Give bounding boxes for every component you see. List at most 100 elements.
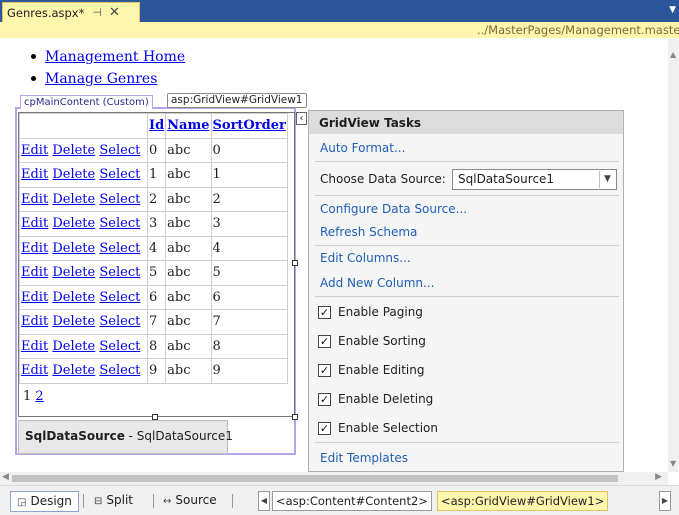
edit-row-link[interactable]: Edit <box>21 363 48 378</box>
breadcrumb-back-icon[interactable]: ◀ <box>258 491 270 511</box>
select-row-link[interactable]: Select <box>99 265 140 280</box>
configure-data-source-link[interactable]: Configure Data Source... <box>320 202 467 216</box>
enable-editing-checkbox[interactable]: ✓ <box>318 364 331 377</box>
pager-current-page: 1 <box>23 388 32 404</box>
source-view-button[interactable]: ↔ Source <box>157 491 223 512</box>
divider <box>83 494 84 508</box>
breadcrumb-gridview1[interactable]: <asp:GridView#GridView1> <box>437 491 609 511</box>
refresh-schema-link[interactable]: Refresh Schema <box>320 225 417 239</box>
sortorder-cell: 3 <box>210 211 288 237</box>
column-header-name[interactable]: Name <box>165 113 212 139</box>
select-row-link[interactable]: Select <box>99 314 140 329</box>
master-page-bar: ../MasterPages/Management.master <box>0 22 679 38</box>
data-source-select[interactable]: SqlDataSource1 ▼ <box>452 169 617 190</box>
split-view-button[interactable]: ⊟ Split <box>88 491 139 512</box>
content-placeholder-tag[interactable]: cpMainContent (Custom) <box>20 95 153 109</box>
auto-format-link[interactable]: Auto Format... <box>320 141 405 155</box>
row-actions-cell: Edit Delete Select <box>19 211 148 237</box>
delete-row-link[interactable]: Delete <box>52 363 95 378</box>
table-row: Edit Delete Select 0 abc 0 <box>19 137 288 163</box>
resize-handle[interactable] <box>292 414 298 420</box>
delete-row-link[interactable]: Delete <box>52 143 95 158</box>
delete-row-link[interactable]: Delete <box>52 339 95 354</box>
enable-paging-label: Enable Paging <box>338 305 423 319</box>
delete-row-link[interactable]: Delete <box>52 192 95 207</box>
select-row-link[interactable]: Select <box>99 241 140 256</box>
divider <box>315 195 619 196</box>
master-page-path[interactable]: ../MasterPages/Management.master <box>477 22 679 38</box>
delete-row-link[interactable]: Delete <box>52 167 95 182</box>
sqldatasource-control[interactable]: SqlDataSource - SqlDataSource1 <box>18 420 233 454</box>
breadcrumb-forward-icon[interactable]: ▶ <box>659 491 671 511</box>
table-row: Edit Delete Select 6 abc 6 <box>19 284 288 310</box>
name-cell: abc <box>165 260 212 286</box>
name-cell: abc <box>165 358 212 384</box>
split-view-icon: ⊟ <box>94 496 103 507</box>
edit-row-link[interactable]: Edit <box>21 167 48 182</box>
tab-genres-aspx[interactable]: Genres.aspx* ⊣ ✕ <box>2 2 140 22</box>
design-view-button[interactable]: ◲ Design <box>10 491 79 512</box>
vertical-scrollbar[interactable]: ▲ ▼ <box>668 38 679 472</box>
edit-row-link[interactable]: Edit <box>21 192 48 207</box>
add-new-column-link[interactable]: Add New Column... <box>320 276 434 290</box>
scrollbar-thumb[interactable] <box>12 475 618 482</box>
enable-sorting-checkbox[interactable]: ✓ <box>318 335 331 348</box>
row-actions-cell: Edit Delete Select <box>19 333 148 359</box>
delete-row-link[interactable]: Delete <box>52 216 95 231</box>
edit-row-link[interactable]: Edit <box>21 265 48 280</box>
gridview-tag[interactable]: asp:GridView#GridView1 <box>167 93 307 108</box>
enable-selection-checkbox[interactable]: ✓ <box>318 422 331 435</box>
smart-tag-chevron-icon[interactable]: ‹ <box>296 112 307 125</box>
delete-row-link[interactable]: Delete <box>52 241 95 256</box>
source-view-icon: ↔ <box>163 496 172 507</box>
scroll-up-icon[interactable]: ▲ <box>670 50 676 59</box>
scroll-left-icon[interactable]: ◀ <box>2 472 9 482</box>
delete-row-link[interactable]: Delete <box>52 314 95 329</box>
delete-row-link[interactable]: Delete <box>52 265 95 280</box>
gridview-control[interactable]: Id Name SortOrder Edit Delete Select 0 abc… <box>18 112 295 417</box>
edit-row-link[interactable]: Edit <box>21 314 48 329</box>
divider <box>315 296 619 297</box>
edit-columns-link[interactable]: Edit Columns... <box>320 251 411 265</box>
scroll-down-icon[interactable]: ▼ <box>670 459 676 468</box>
id-cell: 1 <box>146 162 167 188</box>
table-row: Edit Delete Select 3 abc 3 <box>19 211 288 237</box>
manage-genres-link[interactable]: Manage Genres <box>45 71 157 87</box>
gridview-tasks-panel: GridView Tasks Auto Format... Choose Dat… <box>308 110 624 472</box>
edit-row-link[interactable]: Edit <box>21 143 48 158</box>
delete-row-link[interactable]: Delete <box>52 290 95 305</box>
edit-row-link[interactable]: Edit <box>21 216 48 231</box>
divider <box>315 161 619 162</box>
enable-paging-checkbox[interactable]: ✓ <box>318 306 331 319</box>
tab-dropdown-icon[interactable]: ▼ <box>669 5 676 15</box>
horizontal-scrollbar[interactable]: ◀ ▶ <box>0 472 668 485</box>
management-home-link[interactable]: Management Home <box>45 49 185 65</box>
select-row-link[interactable]: Select <box>99 290 140 305</box>
select-row-link[interactable]: Select <box>99 143 140 158</box>
enable-deleting-checkbox[interactable]: ✓ <box>318 393 331 406</box>
pager-page-link[interactable]: 2 <box>35 389 43 404</box>
row-actions-cell: Edit Delete Select <box>19 358 148 384</box>
chevron-down-icon[interactable]: ▼ <box>599 171 615 188</box>
table-header-row: Id Name SortOrder <box>19 113 288 139</box>
pin-icon[interactable]: ⊣ <box>92 6 102 19</box>
select-row-link[interactable]: Select <box>99 339 140 354</box>
edit-row-link[interactable]: Edit <box>21 339 48 354</box>
edit-row-link[interactable]: Edit <box>21 241 48 256</box>
edit-templates-link[interactable]: Edit Templates <box>320 451 408 465</box>
select-row-link[interactable]: Select <box>99 363 140 378</box>
breadcrumb-content2[interactable]: <asp:Content#Content2> <box>272 491 432 511</box>
select-row-link[interactable]: Select <box>99 167 140 182</box>
row-actions-cell: Edit Delete Select <box>19 309 148 335</box>
select-row-link[interactable]: Select <box>99 192 140 207</box>
select-row-link[interactable]: Select <box>99 216 140 231</box>
column-header-sortorder[interactable]: SortOrder <box>210 113 288 139</box>
column-header-id[interactable]: Id <box>146 113 167 139</box>
scroll-right-icon[interactable]: ▶ <box>655 472 662 482</box>
name-cell: abc <box>165 211 212 237</box>
sqldatasource-type: SqlDataSource <box>25 429 125 443</box>
resize-handle[interactable] <box>292 260 298 266</box>
table-row: Edit Delete Select 1 abc 1 <box>19 162 288 188</box>
close-icon[interactable]: ✕ <box>109 5 120 20</box>
edit-row-link[interactable]: Edit <box>21 290 48 305</box>
